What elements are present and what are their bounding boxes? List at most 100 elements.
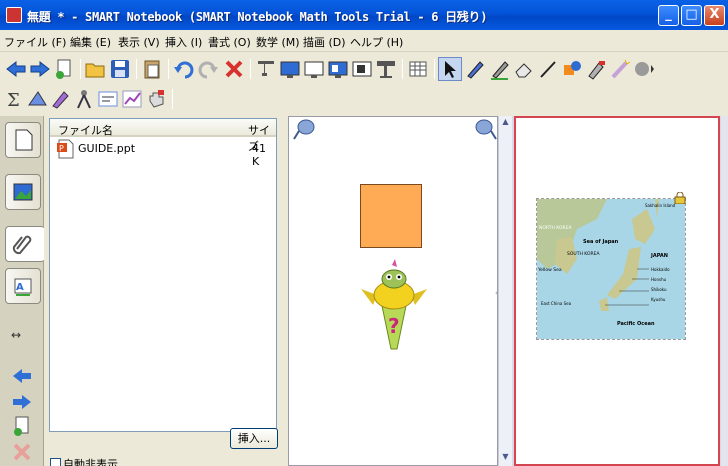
autohide-checkbox[interactable] (50, 458, 61, 466)
open-folder-icon[interactable] (84, 57, 108, 81)
add-page-icon[interactable] (10, 414, 34, 438)
next-page-icon[interactable] (10, 390, 34, 414)
hand-icon[interactable] (144, 87, 168, 111)
question-mascot[interactable]: ? (359, 259, 429, 351)
previous-page-icon[interactable] (10, 364, 34, 388)
magic-pen-icon[interactable] (608, 57, 632, 81)
map-label-yellow-sea: Yellow Sea (537, 267, 562, 273)
window-title: 無題 * - SMART Notebook (SMART Notebook Ma… (27, 10, 488, 24)
map-label-hokkaido: Hokkaido (651, 267, 670, 272)
math-toolbar: Σ (0, 84, 728, 114)
menu-format[interactable]: 書式 (O) (208, 34, 251, 50)
fill-icon[interactable] (584, 57, 608, 81)
lock-icon[interactable] (674, 191, 686, 205)
menu-draw[interactable]: 描画 (D) (303, 34, 346, 50)
right-page-scrollbar[interactable] (721, 116, 728, 466)
title-bar: 無題 * - SMART Notebook (SMART Notebook Ma… (0, 0, 728, 30)
autohide-label: 自動非表示 (63, 458, 118, 466)
menu-view[interactable]: 表示 (V) (118, 34, 160, 50)
gallery-tab[interactable] (5, 174, 41, 210)
save-icon[interactable] (108, 57, 132, 81)
compass-icon[interactable] (72, 87, 96, 111)
map-label-east-china-sea: East China Sea (541, 301, 572, 306)
redo-icon[interactable] (196, 57, 220, 81)
full-screen-icon[interactable] (278, 57, 302, 81)
svg-text:?: ? (388, 314, 400, 338)
line-icon[interactable] (536, 57, 560, 81)
map-label-honshu: Honshu (651, 277, 667, 282)
creative-pen-icon[interactable] (488, 57, 512, 81)
side-tab-strip: A ↔ (0, 116, 45, 466)
svg-text:Σ: Σ (7, 90, 20, 111)
app-icon (6, 7, 22, 23)
dual-page-icon[interactable] (302, 57, 326, 81)
screen-shade-icon[interactable] (254, 57, 278, 81)
attachments-panel: ファイル名 サイズ P GUIDE.ppt 41 K 挿入... 自動非表示 (44, 116, 286, 466)
menu-file[interactable]: ファイル (F) (4, 34, 66, 50)
map-label-north-korea: NORTH KOREA (539, 225, 572, 231)
autohide-option[interactable]: 自動非表示 (50, 456, 118, 466)
table-icon[interactable] (406, 57, 430, 81)
select-icon[interactable] (438, 57, 462, 81)
math-shapes-icon[interactable] (26, 87, 50, 111)
eraser-icon[interactable] (512, 57, 536, 81)
undo-icon[interactable] (172, 57, 196, 81)
attachments-tab[interactable] (5, 226, 45, 262)
insert-button[interactable]: 挿入... (230, 428, 278, 449)
forward-arrow-icon[interactable] (28, 57, 52, 81)
shapes-icon[interactable] (560, 57, 584, 81)
minimize-button[interactable]: _ (658, 5, 679, 26)
scroll-up-icon[interactable]: ▲ (500, 117, 511, 128)
capture-icon[interactable] (350, 57, 374, 81)
map-label-sea-of-japan: Sea of Japan (583, 239, 619, 245)
pen-icon[interactable] (463, 57, 487, 81)
powerpoint-file-icon: P (56, 139, 74, 162)
menu-help[interactable]: ヘルプ (H) (350, 34, 403, 50)
svg-text:A: A (16, 282, 24, 293)
map-label-kyushu: Kyushu (651, 297, 666, 302)
close-button[interactable]: X (704, 5, 725, 26)
file-list-header: ファイル名 サイズ (50, 119, 276, 153)
document-camera-icon[interactable] (374, 57, 398, 81)
scroll-down-icon[interactable]: ▼ (500, 452, 511, 463)
graph-icon[interactable] (120, 87, 144, 111)
menu-math[interactable]: 数学 (M) (256, 34, 300, 50)
show-screen-icon[interactable] (326, 57, 350, 81)
svg-text:P: P (59, 144, 64, 153)
page-sorter-tab[interactable] (5, 122, 41, 158)
map-label-south-korea: SOUTH KOREA (567, 251, 600, 257)
new-page-icon[interactable] (52, 57, 76, 81)
paste-icon[interactable] (140, 57, 164, 81)
equation-icon[interactable] (96, 87, 120, 111)
file-row[interactable]: P GUIDE.ppt 41 K (50, 137, 276, 168)
column-name-header[interactable]: ファイル名 (58, 122, 113, 138)
file-size: 41 K (252, 142, 266, 168)
map-label-shikoku: Shikoku (651, 287, 667, 292)
map-label-sakhalin: Sakhalin Island (645, 203, 676, 208)
back-arrow-icon[interactable] (4, 57, 28, 81)
left-page-scrollbar[interactable]: ▲ ▼ (498, 116, 512, 466)
map-label-japan: JAPAN (650, 253, 668, 259)
page-left[interactable]: ? ‹ (288, 116, 498, 466)
file-list: ファイル名 サイズ P GUIDE.ppt 41 K (49, 118, 277, 432)
math-pen-icon[interactable] (48, 87, 72, 111)
main-toolbar (0, 54, 728, 84)
maximize-button[interactable]: □ (681, 5, 702, 26)
menu-insert[interactable]: 挿入 (I) (165, 34, 202, 50)
file-name: GUIDE.ppt (78, 142, 136, 155)
pushpin-icon[interactable] (473, 118, 499, 142)
pushpin-icon[interactable] (291, 118, 317, 142)
properties-tab[interactable]: A (5, 268, 41, 304)
sigma-icon[interactable]: Σ (4, 87, 28, 111)
delete-icon[interactable] (222, 57, 246, 81)
orange-square[interactable] (360, 184, 422, 248)
map-label-pacific-ocean: Pacific Ocean (617, 321, 655, 327)
page-right[interactable]: Sakhalin Island NORTH KOREA Sea of Japan… (514, 116, 720, 466)
menu-edit[interactable]: 編集 (E) (70, 34, 111, 50)
menu-bar: ファイル (F) 編集 (E) 表示 (V) 挿入 (I) 書式 (O) 数学 … (0, 30, 728, 52)
properties-icon[interactable] (632, 57, 656, 81)
japan-map[interactable]: Sakhalin Island NORTH KOREA Sea of Japan… (536, 198, 686, 340)
delete-page-icon[interactable] (10, 440, 34, 464)
resize-handle[interactable]: ↔ (11, 328, 21, 342)
page-area: ? ‹ ▲ ▼ Sakhalin Island NORTH KOREA Sea … (288, 116, 728, 466)
